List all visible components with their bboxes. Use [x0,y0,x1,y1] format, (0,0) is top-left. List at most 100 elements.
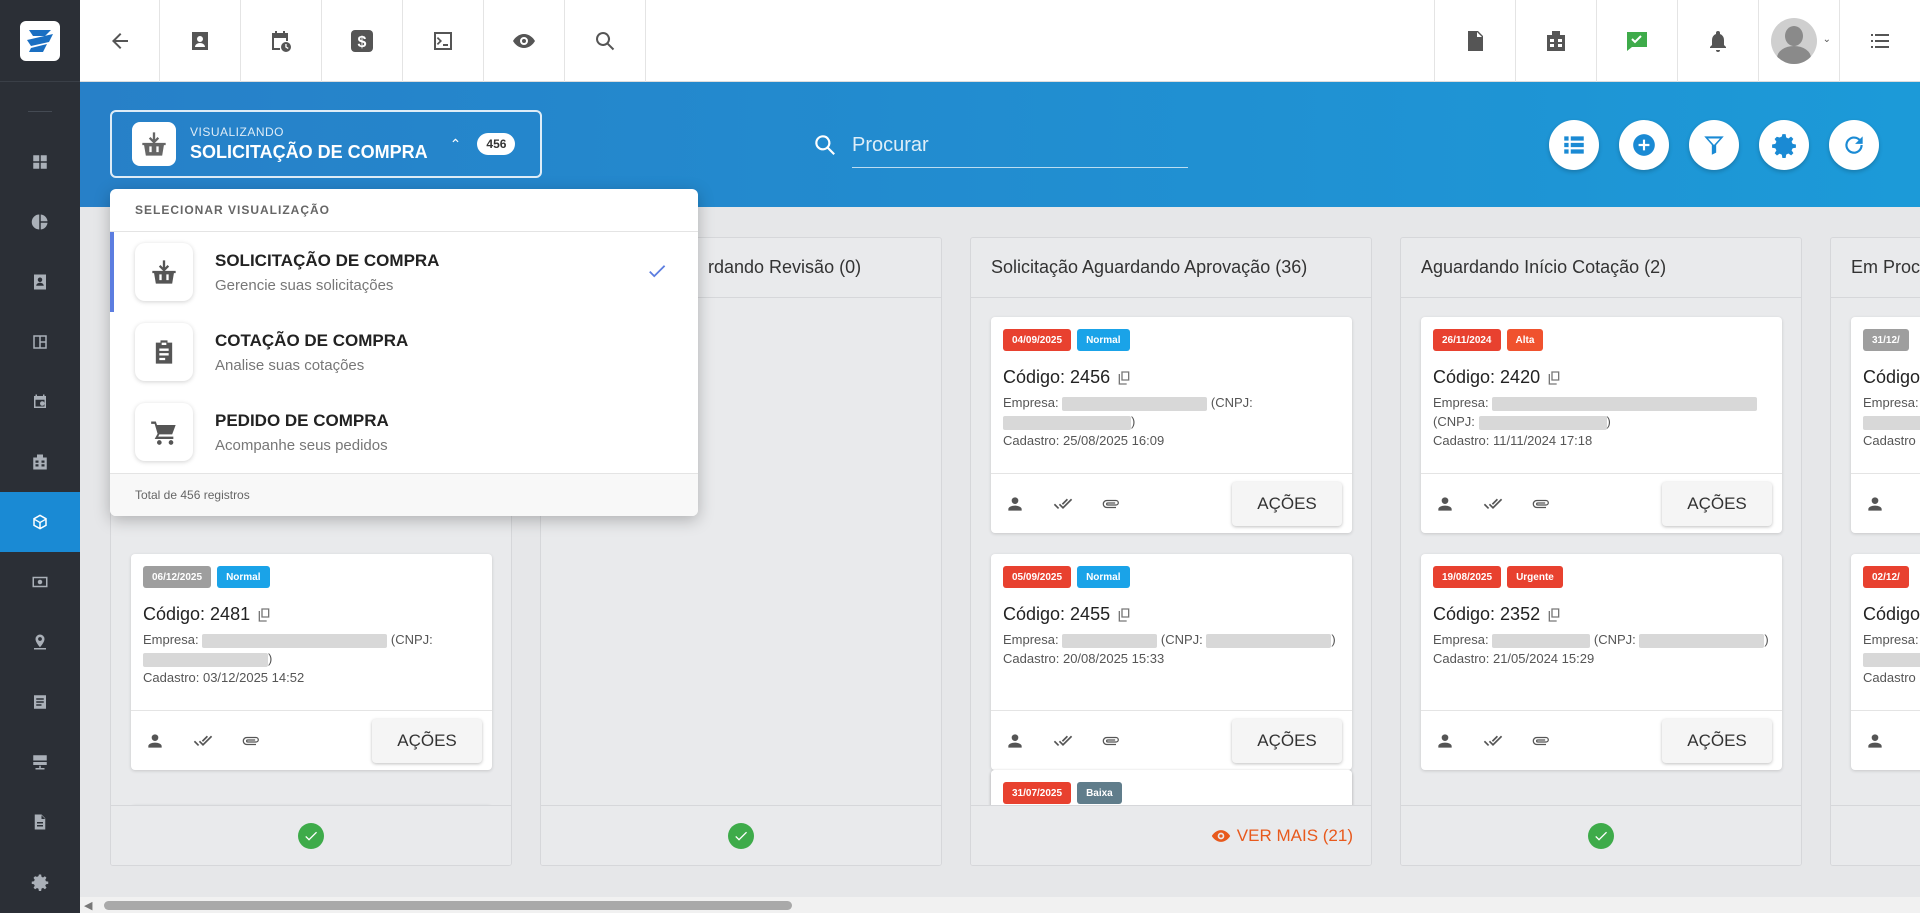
search-input[interactable] [852,124,1188,168]
attachment-icon[interactable] [1531,494,1551,514]
kanban-card[interactable]: 26/11/2024 Alta Código: 2420 Empresa: (C… [1421,317,1782,533]
board-icon [33,335,47,349]
copy-icon[interactable] [256,607,272,623]
double-check-icon[interactable] [1053,731,1073,751]
cnpj-label: (CNPJ: [390,632,433,647]
kanban-card[interactable]: 31/07/2025 Baixa [991,770,1352,810]
chevron-up-icon: ⌃ [449,135,462,152]
sidebar-item-calendar[interactable] [0,372,80,432]
view-option-solicitacao[interactable]: SOLICITAÇÃO DE COMPRA Gerencie suas soli… [110,232,698,312]
filter-button[interactable] [1689,120,1739,170]
scrollbar-thumb[interactable] [104,901,792,910]
view-button[interactable] [484,0,565,82]
card-code: Código: 2456 [1003,367,1111,387]
actions-button[interactable]: AÇÕES [1232,482,1342,526]
view-option-cotacao[interactable]: COTAÇÃO DE COMPRA Analise suas cotações [110,312,698,392]
person-icon[interactable] [145,731,165,751]
copy-icon[interactable] [1116,370,1132,386]
kanban-card[interactable]: 02/12/ Código: Empresa: Cadastro [1851,554,1920,770]
kanban-card[interactable]: 19/08/2025 Urgente Código: 2352 Empresa:… [1421,554,1782,770]
list-view-button[interactable] [1549,120,1599,170]
horizontal-scrollbar[interactable]: ◀ [80,897,1920,913]
sidebar-item-board[interactable] [0,312,80,372]
company-label: Empresa: [1863,395,1919,410]
double-check-icon[interactable] [1483,494,1503,514]
column-title: Solicitação Aguardando Aprovação (36) [971,238,1371,298]
copy-icon[interactable] [1546,607,1562,623]
kanban-card[interactable]: 05/09/2025 Normal Código: 2455 Empresa: … [991,554,1352,770]
actions-button[interactable]: AÇÕES [1662,482,1772,526]
copy-icon[interactable] [1116,607,1132,623]
created-date: Cadastro: 11/11/2024 17:18 [1433,433,1593,448]
person-icon[interactable] [1005,494,1025,514]
double-check-icon[interactable] [1483,731,1503,751]
pdf-button[interactable] [1434,0,1515,82]
actions-button[interactable]: AÇÕES [1662,719,1772,763]
double-check-icon[interactable] [193,731,213,751]
sidebar-item-reports[interactable] [0,672,80,732]
option-title: COTAÇÃO DE COMPRA [215,330,409,350]
calendar-icon [34,394,46,408]
view-selector[interactable]: VISUALIZANDO SOLICITAÇÃO DE COMPRA ⌃ 456 [110,110,542,178]
column-footer [1401,805,1801,865]
kanban-card[interactable]: 04/09/2025 Normal Código: 2456 Empresa: … [991,317,1352,533]
sidebar-item-charts[interactable] [0,192,80,252]
attachment-icon[interactable] [1101,494,1121,514]
person-icon[interactable] [1435,494,1455,514]
app-logo[interactable] [0,0,80,82]
person-icon[interactable] [1005,731,1025,751]
add-button[interactable] [1619,120,1669,170]
person-icon[interactable] [1865,494,1885,514]
company-label: Empresa: [143,632,199,647]
sidebar-item-company[interactable] [0,432,80,492]
sidebar-item-documents[interactable] [0,792,80,852]
actions-button[interactable]: AÇÕES [372,719,482,763]
date-badge: 31/07/2025 [1003,782,1072,804]
sidebar-item-finance[interactable] [0,552,80,612]
attachment-icon[interactable] [241,731,261,751]
contacts-button[interactable] [160,0,241,82]
pdf-icon [1468,31,1483,51]
view-option-pedido[interactable]: PEDIDO DE COMPRA Acompanhe seus pedidos [110,392,698,472]
kanban-card[interactable]: 31/12/ Código: Empresa: Cadastro [1851,317,1920,533]
company-button[interactable] [1515,0,1596,82]
search-button[interactable] [565,0,646,82]
card-code: Código: [1863,367,1920,387]
attachment-icon[interactable] [1531,731,1551,751]
contact-card-icon [192,32,208,50]
company-label: Empresa: [1003,632,1059,647]
terminal-button[interactable] [403,0,484,82]
view-caption: VISUALIZANDO [190,125,285,139]
dropdown-header: SELECIONAR VISUALIZAÇÃO [110,189,698,232]
schedule-button[interactable] [241,0,322,82]
kanban-card[interactable]: 06/12/2025 Normal Código: 2481 Empresa: … [131,554,492,770]
package-icon [33,514,47,530]
menu-button[interactable] [1839,0,1920,82]
finance-button[interactable]: $ [322,0,403,82]
attachment-icon[interactable] [1101,731,1121,751]
eye-icon [1211,829,1230,842]
sidebar-item-purchases[interactable] [0,492,80,552]
person-icon[interactable] [1435,731,1455,751]
sidebar-item-settings[interactable] [0,852,80,912]
messages-button[interactable] [1596,0,1677,82]
back-button[interactable] [80,0,160,82]
see-more-link[interactable]: VER MAIS (21) [1211,826,1353,846]
notifications-button[interactable] [1677,0,1758,82]
sidebar-item-dashboard[interactable] [0,132,80,192]
double-check-icon[interactable] [1053,494,1073,514]
refresh-button[interactable] [1829,120,1879,170]
cnpj-label: (CNPJ: [1433,414,1475,429]
scroll-left-icon[interactable]: ◀ [84,899,92,912]
map-pin-icon [34,634,46,650]
search-icon [596,32,615,51]
copy-icon[interactable] [1546,370,1562,386]
sidebar-item-locations[interactable] [0,612,80,672]
settings-button[interactable] [1759,120,1809,170]
sidebar-item-contacts[interactable] [0,252,80,312]
user-menu-button[interactable]: ⌄ [1758,0,1839,82]
cnpj-label: (CNPJ: [1593,632,1636,647]
sidebar-item-servers[interactable] [0,732,80,792]
person-icon[interactable] [1865,731,1885,751]
actions-button[interactable]: AÇÕES [1232,719,1342,763]
